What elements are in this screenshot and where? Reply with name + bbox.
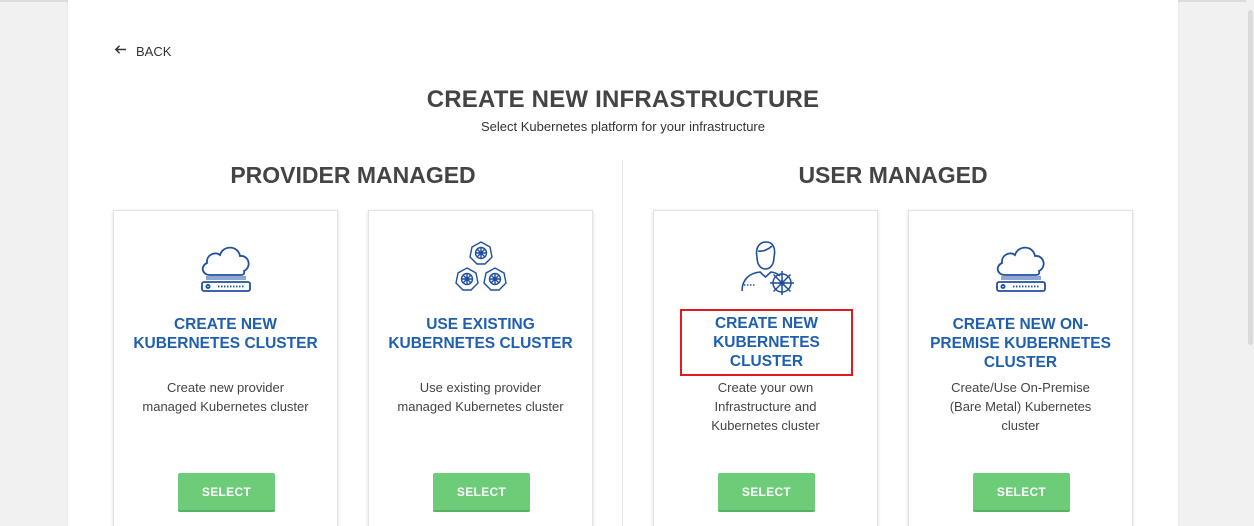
card-desc-line: Create your own: [717, 380, 814, 395]
card-create-user-cluster[interactable]: CREATE NEW KUBERNETES CLUSTER Create you…: [653, 210, 878, 526]
card-desc-line: (Bare Metal) Kubernetes: [949, 399, 1092, 414]
card-desc-line: Kubernetes cluster: [711, 418, 820, 433]
card-description-3: Create your own Infrastructure and Kuber…: [668, 378, 863, 435]
card-use-existing-cluster[interactable]: USE EXISTING KUBERNETES CLUSTER Use exis…: [368, 210, 593, 526]
card-title-line: CREATE NEW: [173, 316, 278, 333]
card-title-3[interactable]: CREATE NEW KUBERNETES CLUSTER: [680, 309, 853, 376]
select-button-3[interactable]: SELECT: [718, 473, 815, 510]
card-title-line: KUBERNETES CLUSTER: [133, 335, 318, 352]
arrow-left-icon: [114, 43, 127, 59]
page-subtitle: Select Kubernetes platform for your infr…: [481, 119, 765, 134]
back-link[interactable]: BACK: [114, 43, 171, 59]
card-create-provider-cluster[interactable]: CREATE NEW KUBERNETES CLUSTER Create new…: [113, 210, 338, 526]
cloud-server-icon: [114, 239, 337, 297]
card-desc-line: managed Kubernetes cluster: [142, 399, 309, 414]
section-title-provider-managed: PROVIDER MANAGED: [230, 162, 476, 188]
card-desc-line: Create/Use On-Premise: [951, 380, 1090, 395]
card-title-4[interactable]: CREATE NEW ON- PREMISE KUBERNETES CLUSTE…: [917, 315, 1124, 372]
card-title-line: KUBERNETES CLUSTER: [388, 335, 573, 352]
card-title-1[interactable]: CREATE NEW KUBERNETES CLUSTER: [122, 315, 329, 353]
card-title-line: CREATE NEW ON-: [952, 316, 1089, 333]
user-kubernetes-icon: [654, 239, 877, 297]
card-description-2: Use existing provider managed Kubernetes…: [383, 378, 578, 416]
card-create-on-premise-cluster[interactable]: CREATE NEW ON- PREMISE KUBERNETES CLUSTE…: [908, 210, 1133, 526]
select-button-4[interactable]: SELECT: [973, 473, 1070, 510]
card-desc-line: cluster: [1001, 418, 1040, 433]
select-button-1[interactable]: SELECT: [178, 473, 275, 510]
card-title-line: KUBERNETES CLUSTER: [713, 334, 820, 370]
kubernetes-cluster-icon: [369, 239, 592, 297]
card-desc-line: Infrastructure and: [714, 399, 817, 414]
cloud-server-icon: [909, 239, 1132, 297]
page-title: CREATE NEW INFRASTRUCTURE: [426, 86, 820, 113]
scrollbar-thumb[interactable]: [1248, 10, 1253, 345]
card-description-4: Create/Use On-Premise (Bare Metal) Kuber…: [923, 378, 1118, 435]
back-label: BACK: [136, 43, 172, 59]
card-desc-line: managed Kubernetes cluster: [397, 399, 564, 414]
card-description-1: Create new provider managed Kubernetes c…: [128, 378, 323, 416]
card-title-line: USE EXISTING: [426, 316, 535, 333]
card-desc-line: Create new provider: [166, 380, 285, 395]
card-title-line: PREMISE KUBERNETES: [930, 335, 1111, 352]
card-title-line: CLUSTER: [983, 354, 1058, 371]
section-title-user-managed: USER MANAGED: [798, 162, 988, 188]
card-title-2[interactable]: USE EXISTING KUBERNETES CLUSTER: [377, 315, 584, 353]
section-divider: [622, 160, 623, 526]
select-button-2[interactable]: SELECT: [433, 473, 530, 510]
card-desc-line: Use existing provider: [419, 380, 542, 395]
card-title-line: CREATE NEW: [714, 315, 819, 332]
